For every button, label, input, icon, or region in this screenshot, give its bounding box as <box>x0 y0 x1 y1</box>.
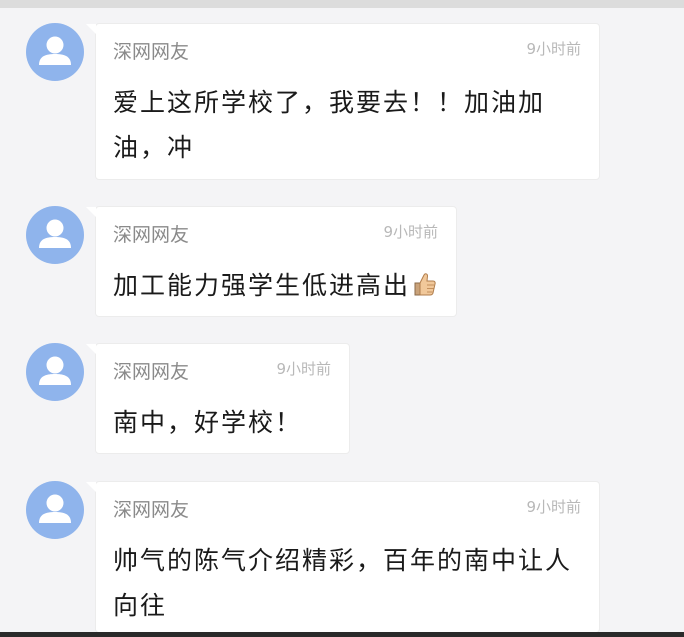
comment-text: 爱上这所学校了，我要去！！加油加油，冲 <box>113 88 546 162</box>
comment-bubble: 深网网友 9小时前 帅气的陈气介绍精彩，百年的南中让人向往 <box>86 481 600 633</box>
comment-text: 南中，好学校！ <box>113 408 303 437</box>
comment-time: 9小时前 <box>526 40 581 58</box>
comment-bubble: 深网网友 9小时前 加工能力强学生低进高出 <box>86 206 457 317</box>
top-bar <box>0 0 684 8</box>
comment-time: 9小时前 <box>383 223 438 241</box>
comment-username[interactable]: 深网网友 <box>113 495 189 522</box>
bottom-edge <box>0 632 684 637</box>
comment-text-body: 加工能力强学生低进高出 <box>113 271 411 300</box>
thumbs-up-icon <box>412 266 436 311</box>
avatar-user-icon[interactable] <box>26 23 84 81</box>
avatar-user-icon[interactable] <box>26 206 84 264</box>
comment-username[interactable]: 深网网友 <box>113 37 189 64</box>
avatar-user-icon[interactable] <box>26 481 84 539</box>
comment-text: 帅气的陈气介绍精彩，百年的南中让人向往 <box>113 546 573 620</box>
comment-text: 加工能力强学生低进高出 <box>113 263 442 311</box>
comment-bubble: 深网网友 9小时前 南中，好学校！ <box>86 343 350 454</box>
comment-username[interactable]: 深网网友 <box>113 357 189 384</box>
comment-bubble: 深网网友 9小时前 爱上这所学校了，我要去！！加油加油，冲 <box>86 23 600 180</box>
comment-time: 9小时前 <box>526 498 581 516</box>
comment-username[interactable]: 深网网友 <box>113 220 189 247</box>
avatar-user-icon[interactable] <box>26 343 84 401</box>
comment-time: 9小时前 <box>276 360 331 378</box>
